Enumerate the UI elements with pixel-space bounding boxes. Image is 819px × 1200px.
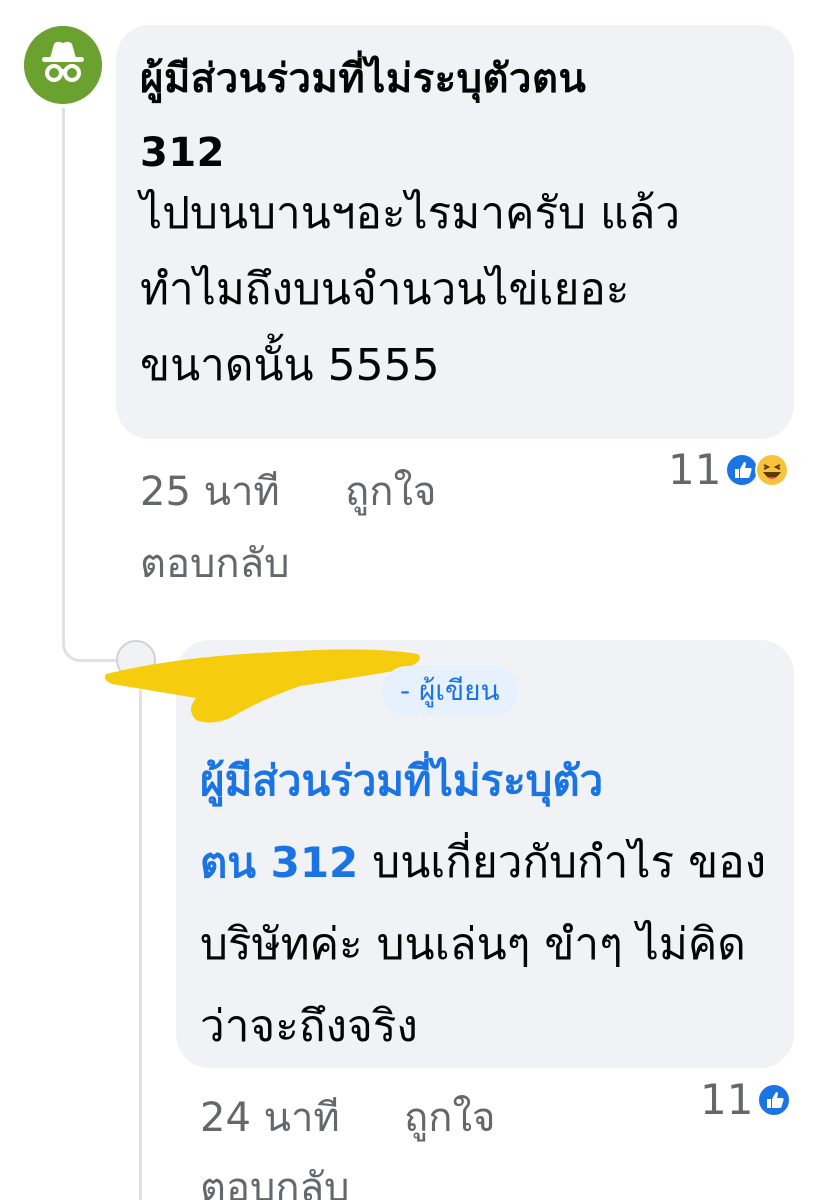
comment-author-name[interactable]: ผู้มีส่วนร่วมที่ไม่ระบุตัวตน 312 bbox=[140, 42, 740, 190]
like-icon bbox=[757, 1083, 792, 1117]
author-badge: - ผู้เขียน bbox=[382, 666, 518, 716]
like-button[interactable]: ถูกใจ bbox=[345, 468, 436, 516]
anonymous-avatar[interactable] bbox=[24, 26, 102, 104]
reply-text: ผู้มีส่วนร่วมที่ไม่ระบุตัว ตน 312 บนเกี่… bbox=[200, 740, 780, 1068]
comment-text: ไปบนบานฯอะไรมาครับ แล้ว ทำไมถึงบนจำนวนไข… bbox=[140, 188, 681, 391]
reply-thread-line bbox=[139, 690, 142, 1200]
reply-timestamp[interactable]: 24 นาที bbox=[200, 1094, 340, 1142]
reaction-summary[interactable]: 11 bbox=[668, 445, 790, 494]
haha-icon bbox=[755, 453, 790, 487]
comment-thread: ผู้มีส่วนร่วมที่ไม่ระบุตัวตน 312 ไปบนบาน… bbox=[0, 0, 819, 1200]
thread-line bbox=[62, 108, 65, 628]
reply-reply-button[interactable]: ตอบกลับ bbox=[200, 1164, 350, 1200]
comment-timestamp[interactable]: 25 นาที bbox=[140, 468, 280, 516]
redaction-scribble bbox=[100, 640, 430, 730]
like-icon bbox=[725, 453, 760, 487]
reply-like-button[interactable]: ถูกใจ bbox=[404, 1094, 495, 1142]
reply-button[interactable]: ตอบกลับ bbox=[140, 540, 290, 588]
reply-reaction-summary[interactable]: 11 bbox=[700, 1075, 792, 1124]
reaction-count: 11 bbox=[668, 445, 722, 494]
reply-reaction-count: 11 bbox=[700, 1075, 754, 1124]
incognito-icon bbox=[24, 26, 102, 104]
